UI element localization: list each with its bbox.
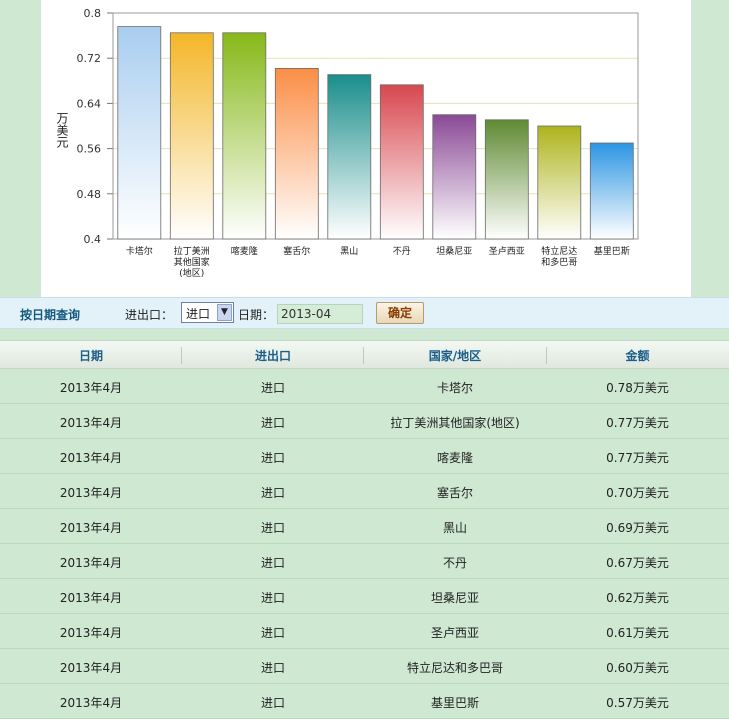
row-date: 2013年4月: [59, 486, 123, 500]
chevron-down-icon[interactable]: ▼: [217, 304, 232, 321]
y-tick-label: 0.48: [77, 188, 102, 201]
row-amount: 0.77万美元: [606, 416, 669, 430]
row-date: 2013年4月: [59, 591, 123, 605]
x-tick-label: 黑山: [340, 246, 358, 257]
import-export-value: 进口: [186, 307, 211, 321]
row-type: 进口: [260, 556, 285, 570]
bar: [327, 74, 372, 240]
row-amount: 0.69万美元: [606, 521, 669, 535]
row-country: 圣卢西亚: [430, 626, 479, 640]
row-date: 2013年4月: [59, 451, 123, 465]
x-tick-label: 喀麦隆: [231, 245, 258, 257]
table-row: 2013年4月 进口 圣卢西亚 0.61万美元: [0, 614, 729, 649]
x-tick-label: 其他国家: [174, 256, 210, 268]
row-date: 2013年4月: [59, 696, 123, 710]
table-body: 2013年4月 进口 卡塔尔 0.78万美元 2013年4月 进口 拉丁美洲其他国家(地区)…: [0, 369, 729, 719]
x-tick-label: 基里巴斯: [594, 245, 630, 257]
x-tick-label: 塞舌尔: [283, 245, 310, 257]
x-tick-label: (地区): [179, 267, 204, 279]
type-label: 进出口：: [125, 308, 174, 322]
y-axis-label: 万美元: [55, 112, 69, 149]
table-row: 2013年4月 进口 塞舌尔 0.70万美元: [0, 474, 729, 509]
row-type: 进口: [260, 521, 285, 535]
row-country: 基里巴斯: [430, 696, 479, 710]
bar: [169, 32, 214, 240]
x-tick-label: 特立尼达: [541, 245, 577, 257]
table-row: 2013年4月 进口 坦桑尼亚 0.62万美元: [0, 579, 729, 614]
row-type: 进口: [260, 696, 285, 710]
bar: [222, 32, 267, 240]
query-title: 按日期查询: [20, 308, 81, 322]
row-amount: 0.60万美元: [606, 661, 669, 675]
chart-panel: 0.8 0.72 0.64 0.56 0.48 0.4 万美元卡塔尔 拉丁美洲 其他国家 (地区)…: [41, 0, 691, 297]
x-tick-label: 圣卢西亚: [489, 245, 525, 257]
row-type: 进口: [260, 416, 285, 430]
table-row: 2013年4月 进口 黑山 0.69万美元: [0, 509, 729, 544]
import-export-select[interactable]: 进口 ▼: [181, 302, 234, 323]
row-date: 2013年4月: [59, 521, 123, 535]
table-row: 2013年4月 进口 拉丁美洲其他国家(地区) 0.77万美元: [0, 404, 729, 439]
row-date: 2013年4月: [59, 381, 123, 395]
date-label: 日期：: [238, 308, 275, 322]
table-row: 2013年4月 进口 不丹 0.67万美元: [0, 544, 729, 579]
row-type: 进口: [260, 661, 285, 675]
row-date: 2013年4月: [59, 556, 123, 570]
date-input[interactable]: 2013-04: [277, 304, 363, 324]
row-country: 拉丁美洲其他国家(地区): [390, 416, 520, 430]
x-tick-label: 卡塔尔: [126, 245, 153, 257]
row-amount: 0.77万美元: [606, 451, 669, 465]
table-row: 2013年4月 进口 卡塔尔 0.78万美元: [0, 369, 729, 404]
x-tick-label: 拉丁美洲: [174, 245, 210, 257]
table-row: 2013年4月 进口 喀麦隆 0.77万美元: [0, 439, 729, 474]
bar: [117, 26, 162, 240]
x-tick-label: 坦桑尼亚: [436, 246, 472, 257]
row-country: 塞舌尔: [436, 486, 473, 500]
row-amount: 0.62万美元: [606, 591, 669, 605]
table-header: 日期 进出口 国家/地区 金额: [0, 340, 729, 369]
row-type: 进口: [260, 626, 285, 640]
y-tick-label: 0.4: [84, 233, 102, 246]
data-table: 日期 进出口 国家/地区 金额 2013年4月 进口 卡塔尔 0.78万美元 2013年…: [0, 340, 729, 719]
row-country: 坦桑尼亚: [430, 591, 479, 605]
row-country: 卡塔尔: [436, 381, 473, 395]
header-type[interactable]: 进出口: [182, 347, 364, 364]
row-date: 2013年4月: [59, 626, 123, 640]
row-country: 特立尼达和多巴哥: [406, 661, 503, 675]
row-type: 进口: [260, 591, 285, 605]
row-country: 不丹: [442, 556, 467, 570]
bar: [537, 125, 582, 240]
row-amount: 0.67万美元: [606, 556, 669, 570]
y-tick-label: 0.64: [77, 97, 102, 110]
bar: [432, 114, 477, 240]
row-amount: 0.78万美元: [606, 381, 669, 395]
y-tick-label: 0.56: [77, 143, 102, 156]
row-amount: 0.61万美元: [606, 626, 669, 640]
row-date: 2013年4月: [59, 416, 123, 430]
header-country[interactable]: 国家/地区: [364, 347, 546, 364]
row-amount: 0.57万美元: [606, 696, 669, 710]
confirm-button[interactable]: 确定: [376, 302, 424, 324]
bar: [484, 119, 529, 240]
table-row: 2013年4月 进口 基里巴斯 0.57万美元: [0, 684, 729, 719]
row-type: 进口: [260, 381, 285, 395]
table-row: 2013年4月 进口 特立尼达和多巴哥 0.60万美元: [0, 649, 729, 684]
bar: [589, 142, 634, 240]
header-amount[interactable]: 金额: [546, 347, 729, 364]
row-type: 进口: [260, 451, 285, 465]
row-country: 黑山: [442, 521, 467, 535]
row-amount: 0.70万美元: [606, 486, 669, 500]
y-tick-label: 0.8: [84, 7, 102, 20]
x-tick-label: 不丹: [393, 246, 411, 257]
bar-chart: 0.8 0.72 0.64 0.56 0.48 0.4 万美元卡塔尔 拉丁美洲其他国家(地区)…: [55, 7, 639, 279]
bar: [379, 84, 424, 240]
y-tick-label: 0.72: [77, 52, 102, 65]
row-country: 喀麦隆: [436, 451, 473, 465]
row-type: 进口: [260, 486, 285, 500]
row-date: 2013年4月: [59, 661, 123, 675]
bar: [274, 68, 319, 240]
x-tick-label: 和多巴哥: [541, 256, 577, 268]
query-bar: 按日期查询 进出口： 进口 ▼ 日期： 2013-04 确定: [0, 297, 729, 329]
header-date[interactable]: 日期: [0, 347, 182, 364]
